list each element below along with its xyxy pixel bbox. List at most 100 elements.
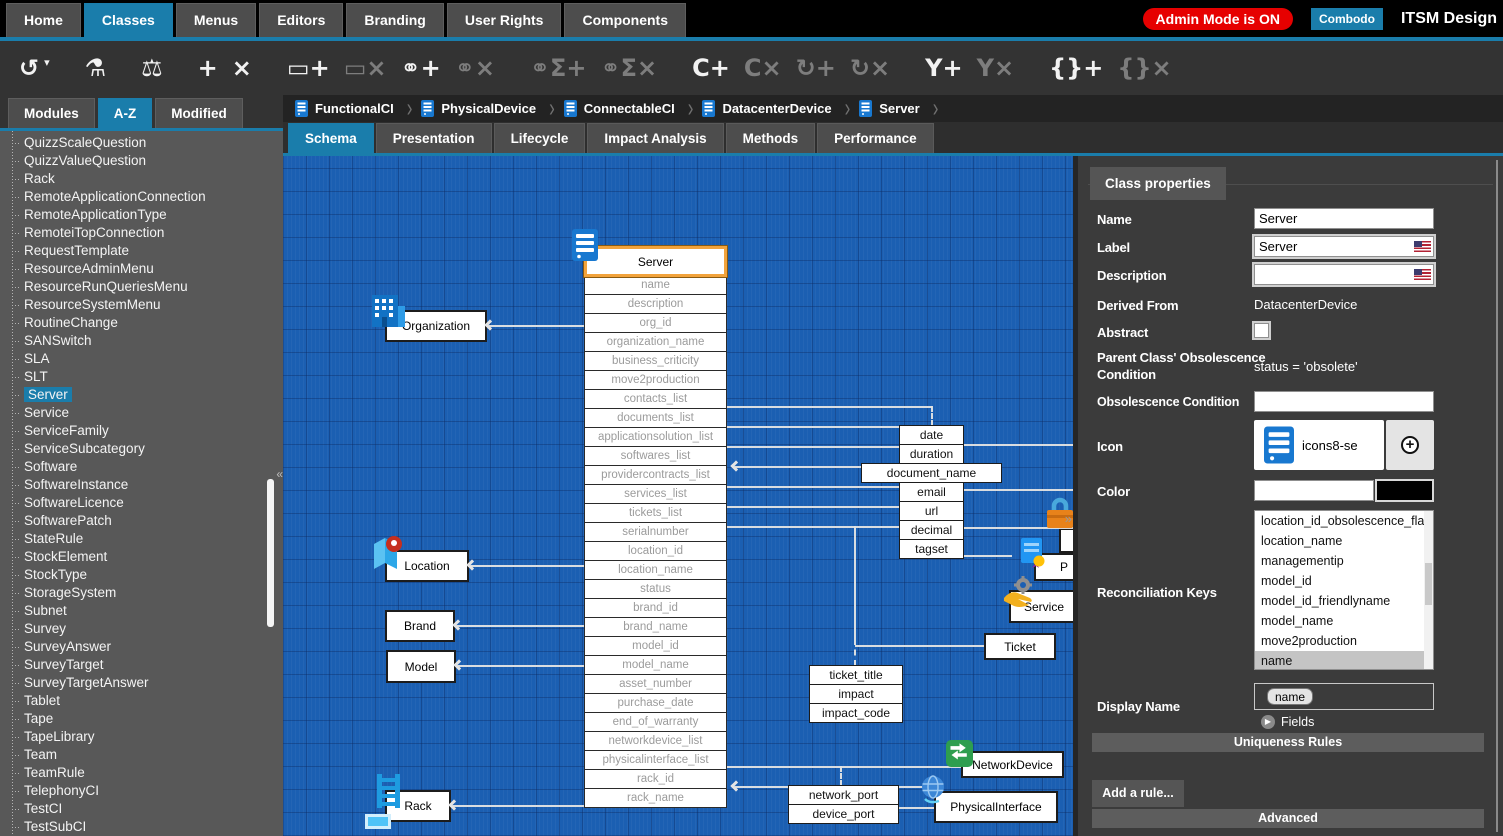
field-row[interactable]: serialnumber (584, 522, 727, 542)
remove-field-button[interactable]: ▭× (344, 56, 387, 80)
icon-upload-button[interactable]: + (1386, 420, 1434, 470)
add-class-button[interactable]: + (198, 56, 218, 80)
class-tree-item[interactable]: ServiceFamily (0, 422, 283, 440)
abstract-checkbox[interactable] (1254, 323, 1269, 338)
field-row[interactable]: org_id (584, 313, 727, 333)
schema-tab[interactable]: Presentation (376, 123, 492, 153)
fields-expander[interactable]: ▶ Fields (1261, 715, 1314, 729)
class-tree-item[interactable]: TestSubCI (0, 818, 283, 836)
schema-tab[interactable]: Lifecycle (494, 123, 586, 153)
remove-lifecycle-button[interactable]: ↻× (850, 56, 890, 80)
field-row[interactable]: network_port (788, 785, 899, 805)
reconciliation-keys-listbox[interactable]: location_id_obsolescence_flaglocation_na… (1254, 510, 1434, 670)
reconciliation-key-option[interactable]: name (1255, 651, 1433, 670)
class-tree-item[interactable]: TeamRule (0, 764, 283, 782)
remove-relation-button[interactable]: Y× (977, 56, 1015, 80)
field-row[interactable]: networkdevice_list (584, 731, 727, 751)
class-tree-item[interactable]: Software (0, 458, 283, 476)
field-row[interactable]: documents_list (584, 408, 727, 428)
class-tree-item[interactable]: ResourceSystemMenu (0, 296, 283, 314)
class-tree-item[interactable]: Service (0, 404, 283, 422)
label-input[interactable] (1254, 236, 1434, 257)
display-name-box[interactable]: name (1254, 683, 1434, 710)
class-tree-item[interactable]: StockElement (0, 548, 283, 566)
field-row[interactable]: brand_name (584, 617, 727, 637)
schema-tab[interactable]: Schema (288, 123, 374, 153)
class-tree-item[interactable]: QuizzScaleQuestion (0, 134, 283, 152)
schema-tab[interactable]: Performance (817, 123, 934, 153)
combodo-logo[interactable]: Combodo (1311, 8, 1383, 30)
breadcrumb-item[interactable]: DatacenterDevice › (702, 99, 859, 119)
class-tree-item[interactable]: TestCI (0, 800, 283, 818)
class-tree-item[interactable]: QuizzValueQuestion (0, 152, 283, 170)
class-tree-item[interactable]: SLA (0, 350, 283, 368)
field-row[interactable]: ticket_title (809, 665, 903, 685)
breadcrumb-item[interactable]: ConnectableCI › (564, 99, 703, 119)
class-tree-item[interactable]: RemoteApplicationConnection (0, 188, 283, 206)
sidebar-tab[interactable]: A-Z (98, 98, 153, 128)
undo-caret-icon[interactable]: ▾ (44, 57, 50, 68)
reconciliation-key-option[interactable]: model_id (1255, 571, 1433, 591)
class-tree-item[interactable]: StorageSystem (0, 584, 283, 602)
class-node-ticket[interactable]: Ticket (984, 633, 1056, 660)
field-row[interactable]: business_criticity (584, 351, 727, 371)
breadcrumb-item[interactable]: PhysicalDevice › (421, 99, 563, 119)
type-box[interactable]: tagset (899, 539, 964, 559)
class-tree-item[interactable]: Rack (0, 170, 283, 188)
icon-preview[interactable]: icons8-se (1254, 420, 1384, 470)
add-rule-button[interactable]: Add a rule... (1092, 780, 1184, 807)
remove-link-button[interactable]: ⚭× (455, 56, 495, 80)
nav-tab[interactable]: Home (6, 3, 81, 37)
field-row[interactable]: end_of_warranty (584, 712, 727, 732)
description-input[interactable] (1254, 264, 1434, 285)
undo-button[interactable]: ↺ (19, 56, 39, 80)
type-box[interactable]: duration (899, 444, 964, 464)
nav-tab[interactable]: Classes (84, 3, 173, 37)
remove-external-key-button[interactable]: C× (744, 56, 782, 80)
test-flask-button[interactable]: ⚗ (85, 56, 107, 80)
field-row[interactable]: rack_id (584, 769, 727, 789)
class-tree-item[interactable]: Server (0, 386, 283, 404)
schema-tab[interactable]: Methods (726, 123, 816, 153)
delete-class-button[interactable]: × (232, 56, 252, 80)
class-tree-item[interactable]: StockType (0, 566, 283, 584)
type-box[interactable]: email (899, 482, 964, 502)
add-relation-button[interactable]: Y+ (925, 56, 963, 80)
type-box[interactable]: document_name (861, 463, 1002, 483)
name-input[interactable] (1254, 208, 1434, 229)
field-row[interactable]: status (584, 579, 727, 599)
nav-tab[interactable]: Menus (176, 3, 256, 37)
field-row[interactable]: tickets_list (584, 503, 727, 523)
nav-tab[interactable]: Components (564, 3, 686, 37)
add-field-button[interactable]: ▭+ (287, 56, 330, 80)
field-row[interactable]: asset_number (584, 674, 727, 694)
field-row[interactable]: providercontracts_list (584, 465, 727, 485)
class-tree-item[interactable]: RemoteApplicationType (0, 206, 283, 224)
add-method-button[interactable]: {}+ (1049, 56, 1103, 80)
nav-tab[interactable]: Editors (259, 3, 343, 37)
field-row[interactable]: impact_code (809, 703, 903, 723)
class-tree-item[interactable]: Tape (0, 710, 283, 728)
sidebar-tab[interactable]: Modules (8, 98, 95, 128)
class-node-model[interactable]: Model (386, 650, 456, 683)
field-row[interactable]: services_list (584, 484, 727, 504)
reconciliation-key-option[interactable]: move2production (1255, 631, 1433, 651)
class-tree-item[interactable]: ResourceRunQueriesMenu (0, 278, 283, 296)
class-node-brand[interactable]: Brand (385, 610, 455, 642)
field-row[interactable]: physicalinterface_list (584, 750, 727, 770)
field-row[interactable]: model_id (584, 636, 727, 656)
class-tree-item[interactable]: Tablet (0, 692, 283, 710)
class-tree-item[interactable]: ServiceSubcategory (0, 440, 283, 458)
field-row[interactable]: purchase_date (584, 693, 727, 713)
class-node-physicalinterface[interactable]: PhysicalInterface (934, 791, 1058, 823)
type-box[interactable]: url (899, 501, 964, 521)
class-tree-item[interactable]: SANSwitch (0, 332, 283, 350)
class-tree-item[interactable]: StateRule (0, 530, 283, 548)
panel-expand-icon[interactable]: » (1065, 511, 1072, 526)
field-row[interactable]: organization_name (584, 332, 727, 352)
advanced-header[interactable]: Advanced (1092, 809, 1484, 828)
field-row[interactable]: name (584, 275, 727, 295)
field-row[interactable]: move2production (584, 370, 727, 390)
field-row[interactable]: applicationsolution_list (584, 427, 727, 447)
add-lifecycle-button[interactable]: ↻+ (796, 56, 836, 80)
